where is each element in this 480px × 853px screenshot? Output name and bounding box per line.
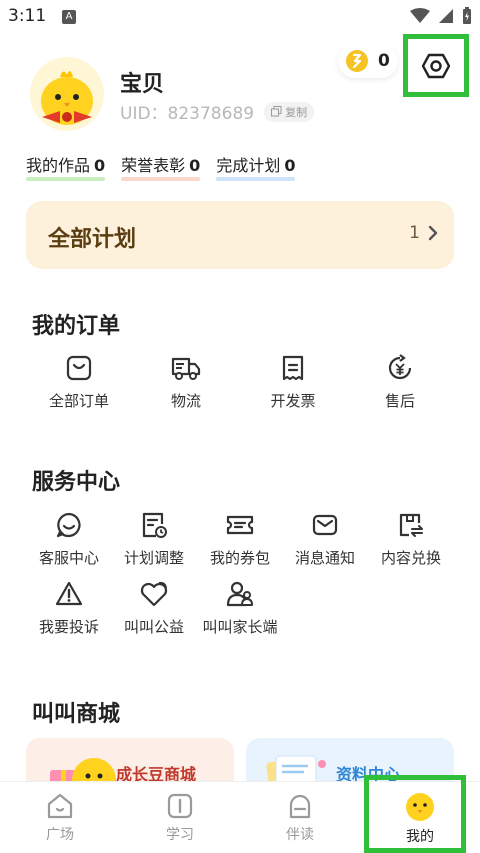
bag-icon <box>66 355 92 381</box>
schedule-icon <box>142 512 167 538</box>
service-customer-support[interactable]: 客服中心 <box>26 509 112 579</box>
tab-label: 伴读 <box>286 827 314 843</box>
stat-honors[interactable]: 荣誉表彰 0 <box>121 152 201 181</box>
mall-section-title: 叫叫商城 <box>32 702 121 727</box>
heart-icon <box>140 581 168 607</box>
coin-count: 0 <box>378 51 390 71</box>
mail-icon <box>312 514 338 536</box>
ticket-icon <box>226 515 254 535</box>
service-charity[interactable]: 叫叫公益 <box>111 578 197 648</box>
status-time: 3:11 <box>8 6 47 26</box>
orders-section-title: 我的订单 <box>32 314 121 339</box>
plan-count: 1 <box>409 223 420 243</box>
tab-label: 学习 <box>166 827 194 843</box>
notification-icon: A <box>62 10 76 24</box>
uid-row: UID：82378689 复制 <box>120 99 315 124</box>
signal-icon <box>439 9 453 23</box>
chat-icon <box>56 512 81 538</box>
order-logistics[interactable]: 物流 <box>143 352 229 422</box>
order-invoice[interactable]: 开发票 <box>250 352 336 422</box>
home-icon <box>47 793 73 819</box>
copy-label: 复制 <box>285 105 308 119</box>
stats-row: 我的作品 0 荣誉表彰 0 完成计划 0 <box>26 152 296 181</box>
status-icons <box>410 7 472 25</box>
profile-name: 宝贝 <box>120 72 165 97</box>
stat-underline <box>216 177 296 181</box>
service-coupons[interactable]: 我的券包 <box>197 509 283 579</box>
chick-mascot-icon <box>30 57 104 131</box>
plan-title: 全部计划 <box>48 227 137 252</box>
order-all[interactable]: 全部订单 <box>36 352 122 422</box>
service-plan-adjust[interactable]: 计划调整 <box>111 509 197 579</box>
all-plans-card[interactable]: 全部计划 1 <box>26 201 454 269</box>
warning-icon <box>55 581 83 606</box>
avatar[interactable] <box>30 57 104 131</box>
stat-completed-plans[interactable]: 完成计划 0 <box>216 152 296 181</box>
service-content-exchange[interactable]: 内容兑换 <box>368 509 454 579</box>
copy-icon <box>271 106 282 117</box>
service-notifications[interactable]: 消息通知 <box>282 509 368 579</box>
wifi-icon <box>410 8 430 23</box>
tab-study[interactable]: 学习 <box>120 782 240 853</box>
truck-icon <box>171 357 201 380</box>
stat-underline <box>121 177 201 181</box>
settings-hexagon-icon <box>422 53 450 78</box>
book-icon <box>167 793 193 819</box>
order-after-sales[interactable]: 售后 <box>357 352 443 422</box>
status-bar: 3:11 A <box>0 0 480 34</box>
refund-icon <box>388 354 412 380</box>
coin-balance[interactable]: 0 <box>338 44 398 78</box>
parents-icon <box>226 581 253 607</box>
tab-companion-read[interactable]: 伴读 <box>240 782 360 853</box>
tab-label: 广场 <box>46 827 74 843</box>
tab-mine-highlight <box>364 775 466 853</box>
receipt-icon <box>282 355 304 381</box>
chevron-right-icon <box>428 225 438 241</box>
service-complaint[interactable]: 我要投诉 <box>26 578 112 648</box>
uid-text: UID：82378689 <box>120 104 255 124</box>
tab-square[interactable]: 广场 <box>0 782 120 853</box>
coin-icon <box>346 50 368 72</box>
service-parent-app[interactable]: 叫叫家长端 <box>197 578 283 648</box>
stat-underline <box>26 177 106 181</box>
companion-icon <box>289 794 311 819</box>
battery-icon <box>463 7 471 24</box>
services-section-title: 服务中心 <box>32 470 121 495</box>
settings-button[interactable] <box>403 34 469 97</box>
exchange-icon <box>399 513 423 537</box>
copy-uid-button[interactable]: 复制 <box>264 101 315 122</box>
stat-works[interactable]: 我的作品 0 <box>26 152 106 181</box>
